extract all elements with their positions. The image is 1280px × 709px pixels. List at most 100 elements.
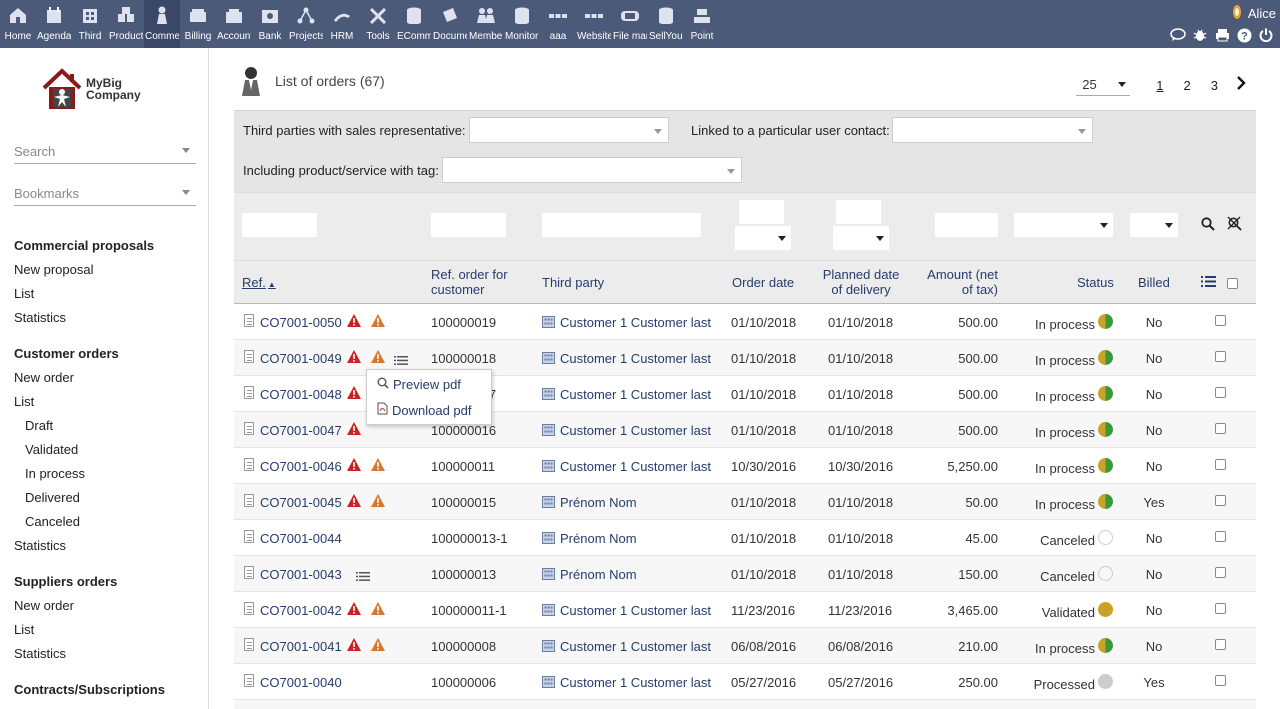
menu-item-ecommerce[interactable]: ECommerce <box>396 0 432 48</box>
user-name[interactable]: Alice <box>1248 6 1276 21</box>
sidebar-link[interactable]: Validated <box>14 438 204 462</box>
row-select-checkbox[interactable] <box>1215 603 1226 614</box>
ref-search-input[interactable] <box>242 213 317 237</box>
order-ref-link[interactable]: CO7001-0044 <box>260 531 342 546</box>
table-row[interactable]: CO7001-0043 100000013 Prénom Nom 01/10/2018… <box>234 556 1256 592</box>
document-icon[interactable] <box>244 314 254 327</box>
column-header-status[interactable]: Status <box>1077 275 1114 290</box>
sidebar-link[interactable]: Delivered <box>14 486 204 510</box>
document-icon[interactable] <box>244 638 254 651</box>
order-ref-link[interactable]: CO7001-0048 <box>260 387 342 402</box>
menu-item-tools[interactable]: Tools <box>360 0 396 48</box>
sidebar-link[interactable]: Statistics <box>14 534 204 558</box>
sidebar-link[interactable]: List <box>14 390 204 414</box>
row-select-checkbox[interactable] <box>1215 495 1226 506</box>
menu-item-agenda[interactable]: Agenda <box>36 0 72 48</box>
menu-item-bank[interactable]: Bank <box>252 0 288 48</box>
third-party-link[interactable]: Customer 1 Customer last <box>560 423 711 438</box>
menu-item-commercial[interactable]: Commercial <box>144 0 180 48</box>
table-row[interactable]: CO7001-0046 100000011 Customer 1 Customer … <box>234 448 1256 484</box>
menu-item-sellyoursaas[interactable]: SellYourSaas <box>648 0 684 48</box>
search-select[interactable]: Search <box>14 140 196 164</box>
download-pdf-item[interactable]: Download pdf <box>377 402 472 418</box>
preview-pdf-item[interactable]: Preview pdf <box>377 377 461 392</box>
list-preview-icon[interactable] <box>394 353 408 368</box>
sidebar-link[interactable]: Statistics <box>14 642 204 666</box>
select-all-checkbox[interactable] <box>1227 278 1238 289</box>
company-logo[interactable]: MyBig Company <box>42 68 141 110</box>
document-icon[interactable] <box>244 458 254 471</box>
menu-item-monitoring[interactable]: Monitoring <box>504 0 540 48</box>
document-icon[interactable] <box>244 602 254 615</box>
third-party-link[interactable]: Customer 1 Customer last <box>560 459 711 474</box>
page-1-link[interactable]: 1 <box>1156 78 1163 93</box>
order-ref-link[interactable]: CO7001-0041 <box>260 639 342 654</box>
sidebar-link[interactable]: New order <box>14 594 204 618</box>
user-area[interactable]: Alice <box>1232 4 1276 23</box>
document-icon[interactable] <box>244 674 254 687</box>
help-icon[interactable]: ? <box>1236 27 1252 43</box>
third-party-link[interactable]: Customer 1 Customer last <box>560 603 711 618</box>
amount-search-input[interactable] <box>935 213 998 237</box>
sidebar-section-title[interactable]: Customer orders <box>14 342 204 366</box>
table-row[interactable]: CO7001-0042 100000011-1 Customer 1 Custome… <box>234 592 1256 628</box>
row-select-checkbox[interactable] <box>1215 423 1226 434</box>
order-ref-link[interactable]: CO7001-0042 <box>260 603 342 618</box>
billed-search-select[interactable] <box>1130 213 1178 237</box>
menu-item-billing[interactable]: Billing <box>180 0 216 48</box>
third-party-link[interactable]: Customer 1 Customer last <box>560 639 711 654</box>
print-icon[interactable] <box>1214 27 1230 43</box>
menu-item-third[interactable]: Third <box>72 0 108 48</box>
row-select-checkbox[interactable] <box>1215 567 1226 578</box>
sidebar-section-title[interactable]: Suppliers orders <box>14 570 204 594</box>
third-party-link[interactable]: Customer 1 Customer last <box>560 387 711 402</box>
row-select-checkbox[interactable] <box>1215 675 1226 686</box>
table-row[interactable]: CO7001-0050 100000019 Customer 1 Customer … <box>234 304 1256 340</box>
sales-rep-select[interactable] <box>469 117 669 143</box>
row-select-checkbox[interactable] <box>1215 459 1226 470</box>
column-header-billed[interactable]: Billed <box>1138 275 1170 290</box>
row-select-checkbox[interactable] <box>1215 531 1226 542</box>
sidebar-link[interactable]: New proposal <box>14 258 204 282</box>
row-select-checkbox[interactable] <box>1215 315 1226 326</box>
order-ref-link[interactable]: CO7001-0043 <box>260 567 342 582</box>
document-icon[interactable] <box>244 494 254 507</box>
third-party-link[interactable]: Customer 1 Customer last <box>560 675 711 690</box>
sidebar-link[interactable]: List <box>14 618 204 642</box>
table-row[interactable]: CO7001-0044 100000013-1 Prénom Nom 01/10/20… <box>234 520 1256 556</box>
menu-item-file-manager[interactable]: File manager <box>612 0 648 48</box>
third-party-link[interactable]: Customer 1 Customer last <box>560 351 711 366</box>
next-page-icon[interactable] <box>1236 75 1246 95</box>
column-header-third-party[interactable]: Third party <box>542 275 604 290</box>
menu-item-websites[interactable]: Websites <box>576 0 612 48</box>
third-party-link[interactable]: Prénom Nom <box>560 531 637 546</box>
order-date-month-select[interactable] <box>735 226 791 250</box>
document-icon[interactable] <box>244 386 254 399</box>
order-ref-link[interactable]: CO7001-0046 <box>260 459 342 474</box>
bug-icon[interactable] <box>1192 27 1208 43</box>
table-row[interactable]: CO7001-0041 100000008 Customer 1 Customer … <box>234 628 1256 664</box>
document-icon[interactable] <box>244 350 254 363</box>
row-select-checkbox[interactable] <box>1215 639 1226 650</box>
column-header-delivery-date[interactable]: Planned date of delivery <box>821 267 901 297</box>
page-size-select[interactable]: 25 <box>1076 74 1131 96</box>
column-selector-icon[interactable] <box>1201 275 1216 290</box>
menu-item-projects[interactable]: Projects <box>288 0 324 48</box>
search-icon[interactable] <box>1201 217 1215 234</box>
column-header-order-date[interactable]: Order date <box>732 275 794 290</box>
order-ref-link[interactable]: CO7001-0049 <box>260 351 342 366</box>
bookmarks-select[interactable]: Bookmarks <box>14 182 196 206</box>
menu-item-hrm[interactable]: HRM <box>324 0 360 48</box>
document-icon[interactable] <box>244 566 254 579</box>
delivery-date-month-select[interactable] <box>833 226 889 250</box>
page-2-link[interactable]: 2 <box>1184 78 1191 93</box>
sidebar-link[interactable]: List <box>14 282 204 306</box>
sidebar-link[interactable]: Draft <box>14 414 204 438</box>
sidebar-link[interactable]: In process <box>14 462 204 486</box>
menu-item-documents[interactable]: Documents <box>432 0 468 48</box>
row-select-checkbox[interactable] <box>1215 387 1226 398</box>
logout-icon[interactable] <box>1258 27 1274 43</box>
ref-customer-search-input[interactable] <box>431 213 506 237</box>
menu-item-point[interactable]: Point <box>684 0 720 48</box>
menu-item-members[interactable]: Members <box>468 0 504 48</box>
